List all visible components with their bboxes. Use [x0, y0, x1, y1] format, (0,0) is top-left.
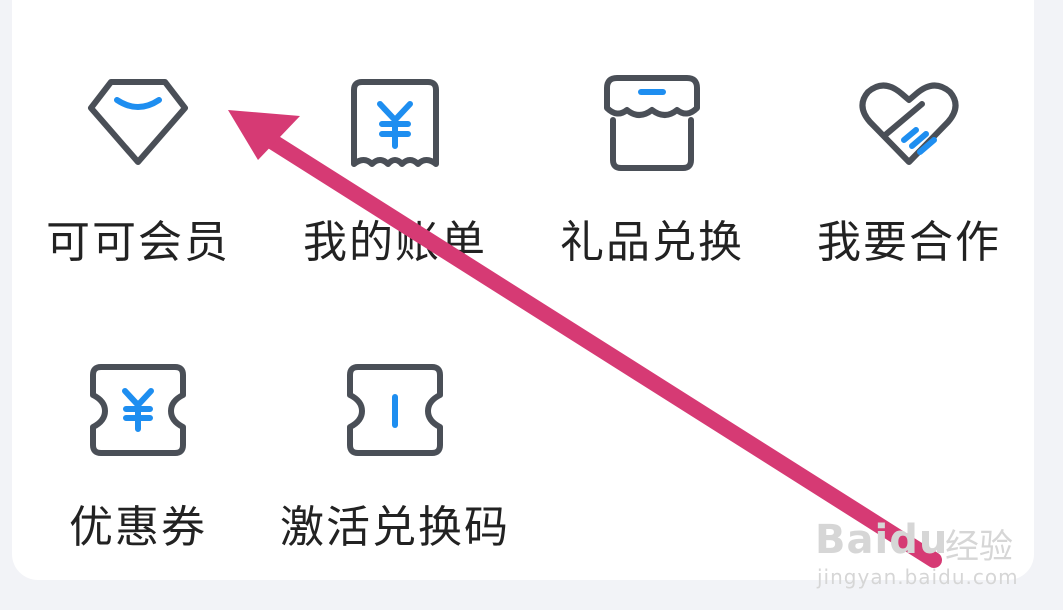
heart-handshake-icon [859, 82, 959, 165]
menu-item-label: 可可会员 [46, 217, 230, 268]
ticket-icon [347, 364, 443, 456]
menu-item-coupons[interactable]: 优惠券 [18, 355, 258, 555]
menu-item-label: 我的账单 [303, 217, 487, 268]
watermark-brand: Baidu [815, 517, 949, 563]
watermark-text: 经验 [945, 527, 1013, 567]
watermark: Baidu 经验 jingyan.baidu.com [815, 495, 1035, 595]
menu-item-gift-exchange[interactable]: 礼品兑换 [532, 70, 772, 270]
bill-yen-icon [351, 79, 439, 167]
menu-item-label: 优惠券 [69, 502, 207, 553]
diamond-icon [88, 79, 188, 165]
menu-item-cooperation[interactable]: 我要合作 [789, 70, 1029, 270]
coupon-yen-icon [90, 364, 186, 456]
menu-item-activate-code[interactable]: 激活兑换码 [275, 355, 515, 555]
menu-item-membership[interactable]: 可可会员 [18, 70, 258, 270]
menu-item-label: 礼品兑换 [560, 217, 744, 268]
menu-item-label: 我要合作 [817, 217, 1001, 268]
menu-item-label: 激活兑换码 [280, 502, 510, 553]
watermark-url: jingyan.baidu.com [817, 565, 1019, 589]
gift-box-icon [604, 75, 700, 171]
menu-item-my-bills[interactable]: 我的账单 [275, 70, 515, 270]
